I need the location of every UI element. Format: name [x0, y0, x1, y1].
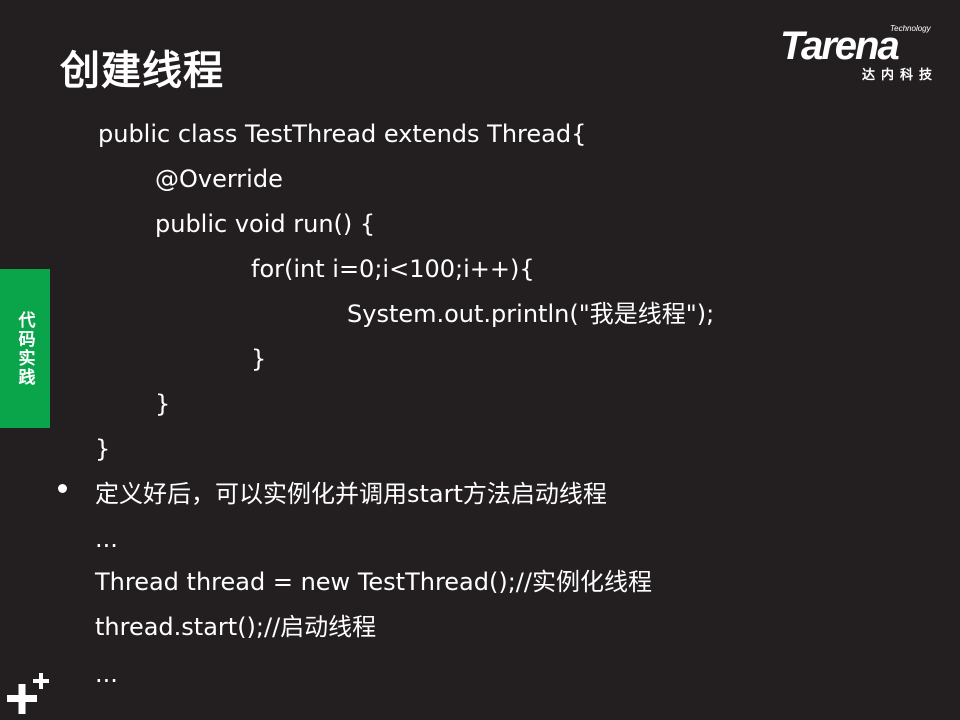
- bullet-text: 定义好后，可以实例化并调用start方法启动线程: [95, 480, 607, 508]
- plus-icon: [7, 673, 49, 714]
- example-line: ...: [95, 660, 118, 688]
- slide: 创建线程 Tarena Technology 达内科技 代码实践 public …: [0, 0, 960, 720]
- logo-wordmark: Tarena: [780, 24, 900, 68]
- brand-logo: Tarena Technology 达内科技: [780, 22, 945, 84]
- code-line: }: [155, 390, 171, 418]
- logo-tagline: Technology: [890, 24, 931, 33]
- example-line: Thread thread = new TestThread();//实例化线程: [95, 568, 652, 596]
- bullet-icon: [58, 484, 67, 493]
- code-line: public void run() {: [155, 210, 376, 238]
- code-line: for(int i=0;i<100;i++){: [251, 255, 535, 283]
- code-line: }: [95, 435, 111, 463]
- example-line: ...: [95, 525, 118, 553]
- example-line: thread.start();//启动线程: [95, 613, 377, 641]
- code-line: public class TestThread extends Thread{: [98, 120, 587, 148]
- code-line: @Override: [155, 165, 283, 193]
- logo-subtitle: 达内科技: [862, 68, 939, 83]
- page-title: 创建线程: [60, 48, 224, 94]
- code-line: }: [251, 345, 267, 373]
- side-tab-label: 代码实践: [14, 310, 35, 387]
- code-practice-tab: 代码实践: [0, 269, 50, 428]
- code-line: System.out.println("我是线程");: [347, 300, 715, 328]
